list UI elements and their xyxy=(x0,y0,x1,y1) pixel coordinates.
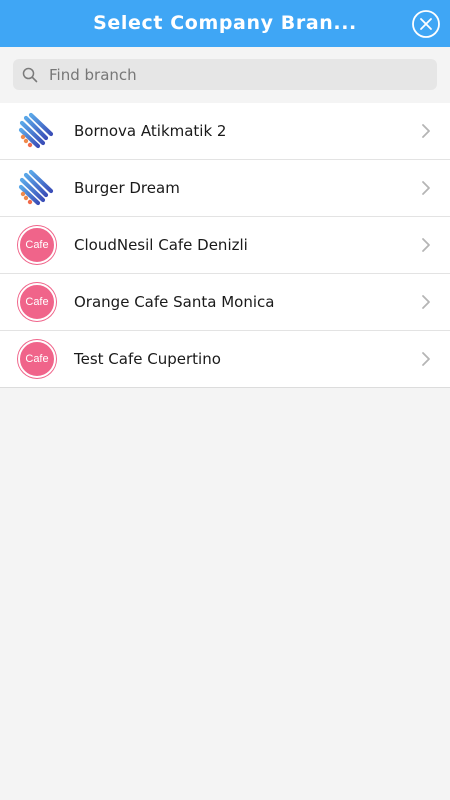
branch-list: Bornova Atikmatik 2 Burger Dream Cafe Cl… xyxy=(0,103,450,388)
list-item[interactable]: Bornova Atikmatik 2 xyxy=(0,103,450,160)
chevron-right-icon xyxy=(422,181,430,195)
branch-name: Bornova Atikmatik 2 xyxy=(74,122,227,140)
branch-name: CloudNesil Cafe Denizli xyxy=(74,236,248,254)
page-title: Select Company Bran... xyxy=(93,12,357,34)
list-item[interactable]: Cafe Orange Cafe Santa Monica xyxy=(0,274,450,331)
search-icon xyxy=(22,67,38,83)
branch-name: Burger Dream xyxy=(74,179,180,197)
chevron-right-icon xyxy=(422,352,430,366)
search-bar xyxy=(0,47,450,103)
chevron-right-icon xyxy=(422,295,430,309)
cafe-logo: Cafe xyxy=(18,226,56,264)
search-input[interactable] xyxy=(49,59,429,90)
list-item[interactable]: Burger Dream xyxy=(0,160,450,217)
cafe-logo: Cafe xyxy=(18,340,56,378)
cafe-logo: Cafe xyxy=(18,283,56,321)
stripes-logo xyxy=(18,169,54,206)
close-circle-icon xyxy=(412,10,440,38)
chevron-right-icon xyxy=(422,124,430,138)
branch-name: Orange Cafe Santa Monica xyxy=(74,293,275,311)
branch-selector-screen: Select Company Bran... Find branch Borno… xyxy=(0,0,450,800)
list-item[interactable]: Cafe Test Cafe Cupertino xyxy=(0,331,450,387)
branch-name: Test Cafe Cupertino xyxy=(74,350,221,368)
chevron-right-icon xyxy=(422,238,430,252)
stripes-logo xyxy=(18,112,54,149)
list-item[interactable]: Cafe CloudNesil Cafe Denizli xyxy=(0,217,450,274)
close-button[interactable] xyxy=(411,9,441,39)
header-bar: Select Company Bran... xyxy=(0,0,450,47)
search-field[interactable] xyxy=(13,59,437,90)
